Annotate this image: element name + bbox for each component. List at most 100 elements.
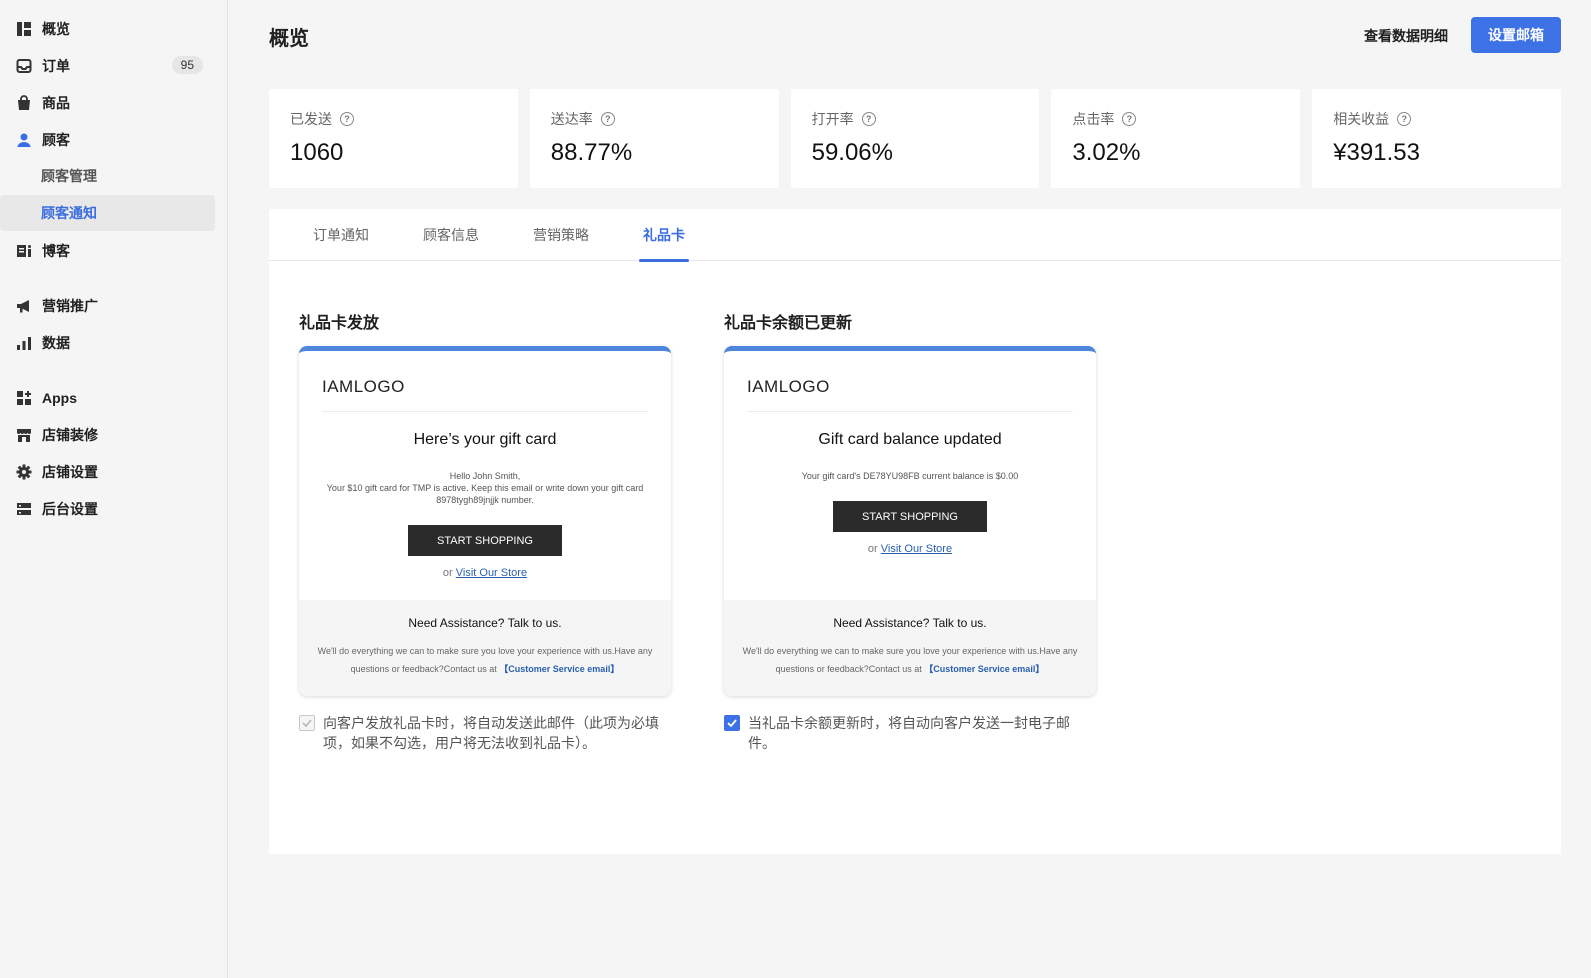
email-divider — [322, 411, 648, 412]
sidebar-item-label: 商品 — [42, 94, 70, 111]
email-divider — [747, 411, 1073, 412]
help-icon[interactable]: ? — [600, 112, 615, 126]
stat-label-row: 点击率? — [1072, 109, 1279, 129]
stat-label-row: 送达率? — [551, 109, 758, 129]
sidebar-item-products[interactable]: 商品 — [0, 84, 227, 121]
email-body-line: Your gift card's DE78YU98FB current bala… — [801, 471, 1019, 481]
sidebar-item-analytics[interactable]: 数据 — [0, 324, 227, 361]
checkbox-label: 向客户发放礼品卡时，将自动发送此邮件（此项为必填项，如果不勾选，用户将无法收到礼… — [323, 715, 659, 751]
sidebar-item-blog[interactable]: 博客 — [0, 232, 227, 269]
stats-row: 已发送? 1060 送达率? 88.77% 打开率? 59.06% 点击率? 3… — [269, 89, 1561, 188]
sidebar-subitem-customer-management[interactable]: 顾客管理 — [0, 158, 215, 194]
tab-marketing-strategy[interactable]: 营销策略 — [533, 209, 589, 261]
bar-chart-icon — [17, 336, 31, 350]
help-icon[interactable]: ? — [1397, 112, 1412, 126]
stat-label-row: 打开率? — [812, 109, 1019, 129]
tab-gift-card[interactable]: 礼品卡 — [639, 209, 689, 262]
stat-card-sent: 已发送? 1060 — [269, 89, 518, 188]
stat-label: 相关收益 — [1333, 111, 1390, 127]
sidebar-subitem-customer-notifications[interactable]: 顾客通知 — [0, 195, 215, 231]
gift-card-issued-section: 礼品卡发放 IAMLOGO Here’s your gift card Hell… — [299, 309, 671, 753]
email-body-line: Hello John Smith, — [449, 471, 521, 481]
sidebar-item-marketing[interactable]: 营销推广 — [0, 287, 227, 324]
storefront-icon — [17, 428, 31, 442]
sidebar-item-label: 店铺装修 — [42, 426, 98, 443]
stat-label: 已发送 — [290, 111, 332, 127]
email-body: Your gift card's DE78YU98FB current bala… — [748, 470, 1072, 482]
footer-title: Need Assistance? Talk to us. — [408, 616, 562, 630]
stat-value: 3.02% — [1072, 139, 1141, 166]
sidebar-item-label: Apps — [42, 389, 77, 406]
email-preview[interactable]: IAMLOGO Here’s your gift card Hello John… — [299, 346, 671, 696]
help-icon[interactable]: ? — [861, 112, 876, 126]
start-shopping-button[interactable]: START SHOPPING — [408, 525, 562, 556]
view-data-details-button[interactable]: 查看数据明细 — [1364, 26, 1448, 46]
stat-value: 88.77% — [550, 139, 633, 166]
apps-grid-icon — [17, 390, 31, 405]
megaphone-icon — [17, 299, 29, 312]
stat-label-row: 相关收益? — [1333, 109, 1540, 129]
setup-email-button[interactable]: 设置邮箱 — [1471, 17, 1561, 53]
stat-label: 送达率 — [550, 111, 593, 127]
start-shopping-button[interactable]: START SHOPPING — [833, 501, 987, 532]
tab-bar: 订单通知 顾客信息 营销策略 礼品卡 — [269, 209, 1561, 262]
customer-service-link[interactable]: 【Customer Service email】 — [499, 664, 619, 674]
stat-label: 点击率 — [1072, 111, 1115, 127]
footer-text: We'll do everything we can to make sure … — [738, 642, 1082, 678]
email-footer: Need Assistance? Talk to us. We'll do ev… — [299, 600, 671, 696]
stat-value: 59.06% — [811, 139, 893, 166]
blog-icon — [17, 244, 31, 257]
inbox-icon — [16, 58, 32, 73]
page-title: 概览 — [269, 28, 309, 50]
stat-card-click-rate: 点击率? 3.02% — [1051, 89, 1301, 188]
auto-send-option: 当礼品卡余额更新时，将自动向客户发送一封电子邮件。 — [724, 713, 1096, 753]
visit-store-link[interactable]: Visit Our Store — [456, 567, 527, 579]
checkbox-label: 当礼品卡余额更新时，将自动向客户发送一封电子邮件。 — [748, 715, 1070, 751]
gift-card-balance-section: 礼品卡余额已更新 IAMLOGO Gift card balance updat… — [724, 309, 1096, 753]
stat-label: 打开率 — [811, 111, 854, 127]
email-heading: Here’s your gift card — [413, 431, 557, 448]
auto-send-checkbox-disabled[interactable] — [299, 715, 315, 731]
sidebar-item-label: 订单 — [42, 57, 70, 74]
sidebar-item-customers[interactable]: 顾客 — [0, 121, 227, 158]
sidebar-item-label: 数据 — [42, 334, 70, 351]
sidebar-item-label: 概览 — [42, 20, 70, 37]
footer-text: We'll do everything we can to make sure … — [313, 642, 657, 678]
auto-send-checkbox[interactable] — [724, 715, 740, 731]
sidebar-item-admin-settings[interactable]: 后台设置 — [0, 490, 227, 527]
checkmark-icon — [302, 719, 312, 727]
tab-order-notifications[interactable]: 订单通知 — [313, 209, 369, 261]
help-icon[interactable]: ? — [1122, 112, 1137, 126]
sidebar: 概览 订单 95 商品 顾客 顾客管理 顾客通知 博客 营销推广 数据 Apps… — [0, 0, 228, 978]
stat-card-revenue: 相关收益? ¥391.53 — [1312, 89, 1561, 188]
email-preview[interactable]: IAMLOGO Gift card balance updated Your g… — [724, 346, 1096, 696]
sidebar-item-label: 后台设置 — [42, 500, 98, 517]
footer-title: Need Assistance? Talk to us. — [833, 616, 987, 630]
tab-customer-info[interactable]: 顾客信息 — [423, 209, 479, 261]
sidebar-subitem-label: 顾客管理 — [41, 168, 97, 184]
visit-store-link[interactable]: Visit Our Store — [881, 543, 952, 555]
stat-value: 1060 — [290, 139, 344, 166]
customer-service-link[interactable]: 【Customer Service email】 — [924, 664, 1044, 674]
card-title: 礼品卡发放 — [299, 315, 380, 332]
email-body-line: Your $10 gift card for TMP is active. Ke… — [326, 483, 644, 505]
sidebar-item-store-design[interactable]: 店铺装修 — [0, 416, 227, 453]
help-icon[interactable]: ? — [340, 112, 354, 126]
main-content: 概览 查看数据明细 设置邮箱 已发送? 1060 送达率? 88.77% 打开率… — [229, 0, 1591, 978]
sidebar-item-orders[interactable]: 订单 95 — [0, 47, 227, 84]
or-text: or — [442, 567, 453, 579]
sidebar-item-label: 店铺设置 — [42, 463, 98, 480]
stat-label-row: 已发送? — [290, 109, 497, 129]
visit-store-line: or Visit Our Store — [299, 567, 671, 579]
sidebar-item-overview[interactable]: 概览 — [0, 10, 227, 47]
stat-card-open-rate: 打开率? 59.06% — [790, 89, 1040, 188]
visit-store-line: or Visit Our Store — [724, 543, 1096, 555]
sidebar-item-store-settings[interactable]: 店铺设置 — [0, 453, 227, 490]
email-footer: Need Assistance? Talk to us. We'll do ev… — [724, 600, 1096, 696]
auto-send-option: 向客户发放礼品卡时，将自动发送此邮件（此项为必填项，如果不勾选，用户将无法收到礼… — [299, 713, 671, 753]
sidebar-item-label: 博客 — [42, 242, 70, 259]
sidebar-item-apps[interactable]: Apps — [0, 379, 227, 416]
sidebar-item-label: 顾客 — [42, 131, 70, 148]
